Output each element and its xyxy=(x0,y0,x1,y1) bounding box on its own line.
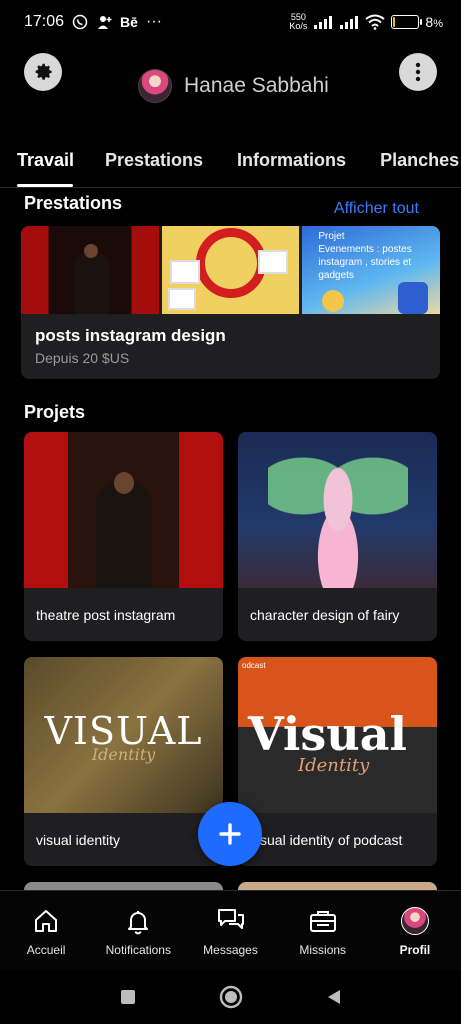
behance-tag: Bē xyxy=(120,14,138,30)
project-art-tag: odcast xyxy=(242,661,266,670)
battery-percent: 8% xyxy=(425,14,443,30)
status-time: 17:06 xyxy=(24,13,65,30)
project-caption: sual identity of podcast xyxy=(260,832,403,848)
system-navigation-bar xyxy=(0,970,461,1024)
nav-label: Accueil xyxy=(26,943,66,957)
gear-icon xyxy=(35,63,52,80)
settings-button[interactable] xyxy=(24,53,62,91)
bottom-navigation: Accueil Notifications Messages Missions … xyxy=(0,890,461,970)
plus-icon xyxy=(219,823,241,845)
tab-informations[interactable]: Informations xyxy=(237,140,346,187)
nav-notifications[interactable]: Notifications xyxy=(92,891,184,970)
projects-section-title: Projets xyxy=(24,402,86,422)
home-button-icon[interactable] xyxy=(219,985,243,1009)
whatsapp-icon xyxy=(72,14,88,30)
tab-prestations[interactable]: Prestations xyxy=(105,140,203,187)
service-card[interactable]: Projet Evenements : postes instagram , s… xyxy=(21,226,440,379)
signal-icon xyxy=(313,15,333,29)
project-image: VISUAL Identity xyxy=(24,657,223,813)
project-caption: character design of fairy xyxy=(250,607,400,623)
more-vertical-icon xyxy=(415,62,421,82)
project-image: odcast Visual Identity xyxy=(238,657,437,813)
profile-tabs: Travail Prestations Informations Planche… xyxy=(0,140,461,188)
more-notifications-icon: ··· xyxy=(145,13,162,30)
nav-label: Notifications xyxy=(105,943,171,957)
tab-travail[interactable]: Travail xyxy=(17,140,74,187)
status-bar: 17:06 Bē ··· 550 Ko/s 8% xyxy=(0,0,461,44)
home-icon xyxy=(35,910,58,932)
tab-planches[interactable]: Planches xyxy=(380,140,459,187)
more-options-button[interactable] xyxy=(399,53,437,91)
project-caption: visual identity xyxy=(36,832,121,848)
avatar xyxy=(400,907,429,935)
project-card-visual-identity[interactable]: VISUAL Identity visual identity xyxy=(24,657,223,866)
service-price: Depuis 20 $US xyxy=(35,350,130,366)
nav-profile[interactable]: Profil xyxy=(369,891,461,970)
recents-icon[interactable] xyxy=(119,988,137,1006)
service-thumbnail-text: Projet Evenements : postes instagram , s… xyxy=(318,231,412,281)
project-caption: theatre post instagram xyxy=(36,607,176,623)
project-art-subtitle: Identity xyxy=(298,755,370,776)
net-speed: 550 Ko/s xyxy=(289,12,308,31)
chat-icon xyxy=(217,909,244,929)
project-card-partial[interactable] xyxy=(24,882,223,890)
profile-header: Hanae Sabbahi xyxy=(0,52,461,122)
profile-name: Hanae Sabbahi xyxy=(184,74,329,97)
battery-icon xyxy=(391,15,423,29)
services-section-title: Prestations xyxy=(24,193,123,213)
project-art-title: Visual xyxy=(248,707,407,761)
avatar xyxy=(138,69,172,103)
see-all-link[interactable]: Afficher tout xyxy=(334,200,419,218)
profile-info[interactable]: Hanae Sabbahi xyxy=(138,69,329,103)
wifi-icon xyxy=(365,14,386,30)
project-card-theatre[interactable]: theatre post instagram xyxy=(24,432,223,641)
service-thumbnail-theatre xyxy=(21,226,159,314)
nav-label: Profil xyxy=(399,943,431,957)
project-art-subtitle: Identity xyxy=(91,745,156,764)
add-contact-icon xyxy=(96,14,112,30)
nav-missions[interactable]: Missions xyxy=(277,891,369,970)
back-icon[interactable] xyxy=(325,988,343,1006)
project-card-fairy[interactable]: character design of fairy xyxy=(238,432,437,641)
bell-icon xyxy=(128,911,149,935)
briefcase-icon xyxy=(309,911,336,932)
add-project-button[interactable] xyxy=(198,802,262,866)
signal-2-icon xyxy=(339,15,359,29)
nav-label: Messages xyxy=(203,943,258,957)
nav-label: Missions xyxy=(299,943,347,957)
service-title: posts instagram design xyxy=(35,326,226,345)
nav-home[interactable]: Accueil xyxy=(0,891,92,970)
project-image xyxy=(24,432,223,588)
service-thumbnail-event: Projet Evenements : postes instagram , s… xyxy=(302,226,440,314)
service-thumbnail-travel xyxy=(161,226,300,314)
project-card-podcast[interactable]: odcast Visual Identity sual identity of … xyxy=(238,657,437,866)
nav-messages[interactable]: Messages xyxy=(184,891,276,970)
project-card-partial[interactable] xyxy=(238,882,437,890)
project-image xyxy=(238,432,437,588)
